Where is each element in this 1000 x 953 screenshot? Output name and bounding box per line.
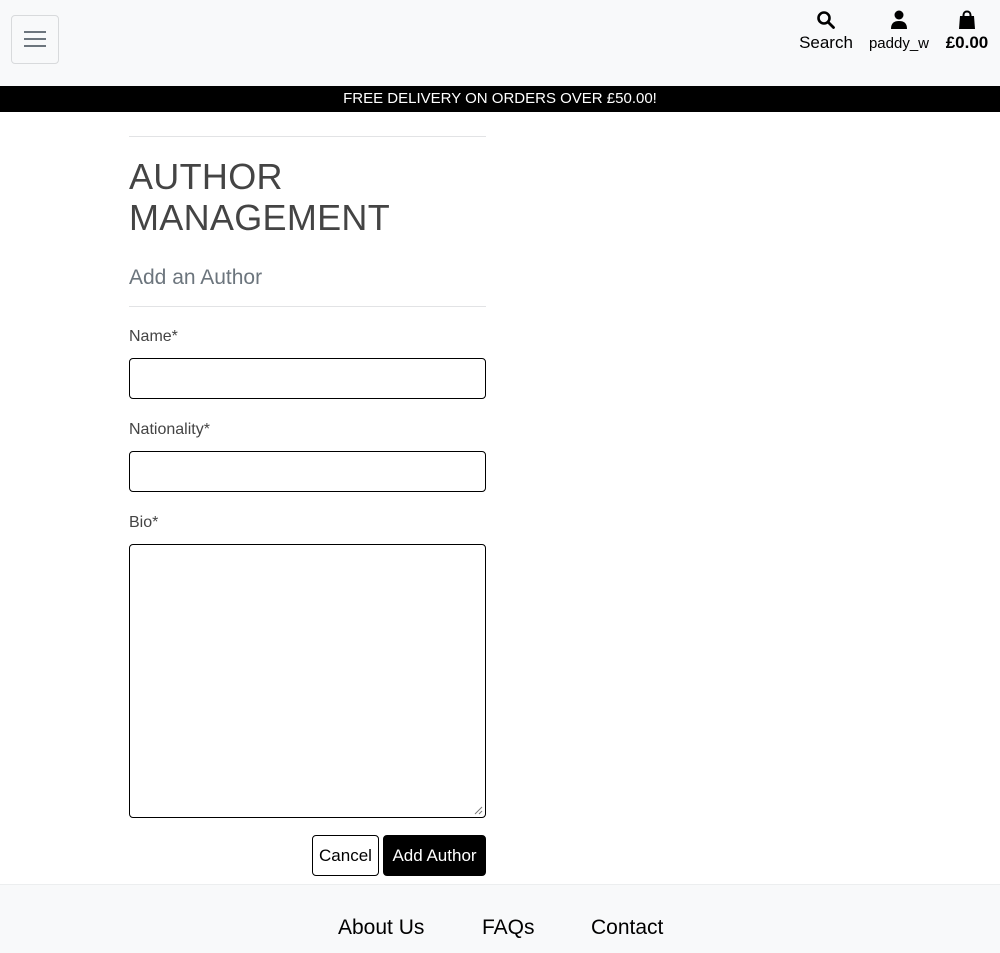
name-input[interactable] (129, 358, 486, 399)
nav-account-link[interactable]: paddy_w (866, 10, 932, 52)
menu-toggle-button[interactable] (11, 15, 59, 64)
divider (129, 306, 486, 307)
footer-link-contact[interactable]: Contact (591, 916, 663, 940)
bag-total: £0.00 (945, 33, 989, 52)
cancel-button[interactable]: Cancel (312, 835, 379, 876)
form-actions: Cancel Add Author (129, 835, 486, 876)
nav-search-link[interactable]: Search (796, 10, 856, 53)
nationality-input[interactable] (129, 451, 486, 492)
page-title: AUTHOR MANAGEMENT (129, 156, 391, 238)
resize-handle-icon[interactable] (473, 805, 483, 815)
user-icon (866, 10, 932, 30)
author-management-section: AUTHOR MANAGEMENT Add an Author Name* Na… (129, 112, 486, 876)
add-author-button[interactable]: Add Author (383, 835, 486, 876)
page-subtitle: Add an Author (129, 266, 263, 289)
site-footer: About Us FAQs Contact (0, 884, 1000, 953)
add-author-form: Name* Nationality* Bio* Cancel Add Autho… (129, 328, 486, 876)
site-header: Search paddy_w £0.00 (0, 0, 1000, 86)
nav-account-label: paddy_w (868, 35, 930, 52)
hamburger-icon (24, 31, 46, 47)
bio-textarea[interactable] (129, 544, 486, 818)
footer-link-about[interactable]: About Us (338, 916, 424, 940)
shopping-bag-icon (940, 10, 994, 30)
nav-search-label: Search (799, 33, 853, 52)
nationality-label: Nationality* (129, 421, 210, 438)
name-label: Name* (129, 328, 178, 345)
search-icon (796, 10, 856, 30)
bio-label: Bio* (129, 514, 159, 531)
footer-link-faqs[interactable]: FAQs (482, 916, 535, 940)
delivery-banner: FREE DELIVERY ON ORDERS OVER £50.00! (0, 86, 1000, 112)
nav-bag-link[interactable]: £0.00 (940, 10, 994, 53)
divider (129, 136, 486, 137)
